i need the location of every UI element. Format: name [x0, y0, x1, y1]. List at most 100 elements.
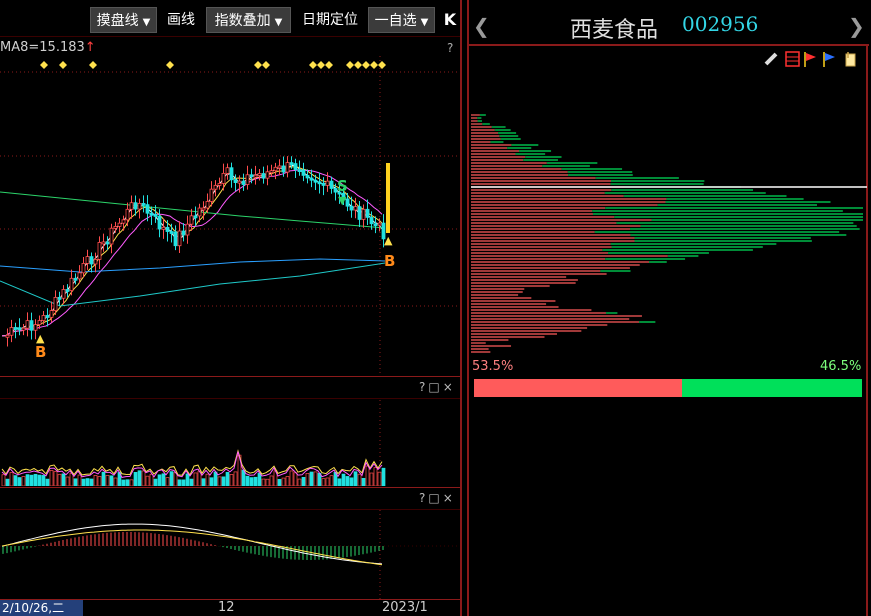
main-kline-chart[interactable] — [0, 56, 460, 376]
volume-bar — [301, 477, 306, 486]
signal-diamond — [166, 61, 174, 69]
candle — [157, 215, 162, 230]
candle — [365, 208, 370, 218]
draw-line-label: 画线 — [167, 12, 195, 28]
candle — [153, 214, 158, 217]
flag-red-icon[interactable] — [804, 52, 816, 67]
signal-diamond — [309, 61, 317, 69]
candle — [173, 231, 178, 247]
volume-bar — [381, 467, 386, 486]
candle — [241, 180, 246, 185]
watchlist-label: 一自选 — [374, 13, 417, 29]
candle — [113, 225, 118, 229]
candle — [25, 320, 30, 329]
candle — [37, 320, 42, 326]
volume-bar — [61, 473, 66, 486]
up-arrow-icon: ↑ — [84, 40, 96, 55]
candle — [353, 206, 358, 211]
date-start-label: 2/10/26,二 — [0, 600, 83, 616]
volume-bar — [185, 473, 190, 486]
candle — [217, 183, 222, 186]
tool-icons — [764, 50, 864, 68]
volume-bar — [113, 477, 118, 486]
volume-bar — [209, 477, 214, 486]
volume-bar — [289, 470, 294, 486]
candle — [93, 258, 98, 265]
ma-value: MA8=15.183 — [0, 40, 85, 55]
candle — [69, 277, 74, 291]
signal-diamond — [346, 61, 354, 69]
volume-bar — [241, 469, 246, 486]
collapse-panel-button[interactable]: K — [440, 7, 460, 33]
date-locate-button[interactable]: 日期定位 — [296, 7, 364, 33]
main-help-icon[interactable]: ? — [447, 41, 453, 55]
volume-bar — [157, 474, 162, 486]
volume-chart[interactable] — [0, 400, 460, 486]
volume-bar — [345, 476, 350, 486]
macd-panel-controls[interactable]: ?□× — [419, 491, 456, 505]
volume-bar — [257, 472, 262, 486]
volume-bar — [97, 476, 102, 486]
moving-average-line — [1, 169, 383, 337]
signal-diamond — [89, 61, 97, 69]
volume-bar — [217, 476, 222, 486]
candle — [129, 202, 134, 210]
volume-bar — [133, 471, 138, 486]
signal-diamond — [354, 61, 362, 69]
volume-bar — [101, 471, 106, 486]
candle — [169, 231, 174, 234]
volume-bar — [121, 479, 126, 486]
watchlist-dropdown[interactable]: 一自选 ▼ — [368, 7, 435, 33]
candle — [9, 327, 14, 336]
volume-bar — [285, 476, 290, 486]
volume-bar — [265, 478, 270, 486]
macd-chart[interactable] — [0, 510, 460, 600]
volume-bar — [229, 474, 234, 486]
candle — [297, 169, 302, 172]
chip-distribution-chart[interactable] — [471, 110, 867, 360]
volume-bar — [277, 478, 282, 486]
candle — [317, 181, 322, 185]
axis-year-label: 2023/1 — [382, 600, 428, 615]
volume-bar — [145, 475, 150, 486]
candle — [41, 315, 46, 321]
volume-bar — [349, 477, 354, 486]
clip-icon[interactable] — [845, 52, 856, 67]
pencil-icon[interactable] — [764, 52, 778, 66]
candle — [141, 202, 146, 206]
volume-bar — [93, 475, 98, 486]
candle — [101, 241, 106, 245]
volume-bar — [5, 478, 10, 486]
caret-down-icon: ▼ — [420, 17, 429, 28]
candle — [53, 296, 58, 311]
flag-blue-icon[interactable] — [823, 52, 835, 67]
chevron-right-icon[interactable]: ❯ — [848, 14, 865, 38]
volume-bar — [137, 470, 142, 486]
candle — [209, 188, 214, 202]
volume-bar — [337, 478, 342, 486]
signal-diamond — [254, 61, 262, 69]
volume-bar — [201, 478, 206, 486]
volume-bar — [329, 475, 334, 486]
volume-panel-controls[interactable]: ?□× — [419, 380, 456, 394]
index-overlay-dropdown[interactable]: 指数叠加 ▼ — [206, 7, 291, 33]
draw-line-button[interactable]: 画线 — [160, 7, 202, 33]
volume-bar — [369, 472, 374, 486]
volume-bar — [269, 475, 274, 486]
grid-icon[interactable] — [785, 51, 800, 67]
volume-bar — [353, 471, 358, 486]
volume-panel-divider — [0, 376, 460, 377]
index-overlay-label: 指数叠加 — [214, 13, 271, 29]
volume-bar — [213, 471, 218, 486]
candle — [237, 180, 242, 184]
profit-ratio-fill — [474, 379, 682, 397]
moving-average-line — [1, 166, 383, 337]
template-dropdown[interactable]: 摸盘线 ▼ — [90, 7, 157, 33]
chevron-left-icon[interactable]: ❮ — [473, 14, 490, 38]
candle — [229, 167, 234, 181]
buy-signal-left: B — [35, 343, 47, 361]
volume-bar — [193, 472, 198, 486]
volume-bar — [21, 476, 26, 486]
volume-bar — [205, 473, 210, 486]
candle — [293, 163, 298, 170]
